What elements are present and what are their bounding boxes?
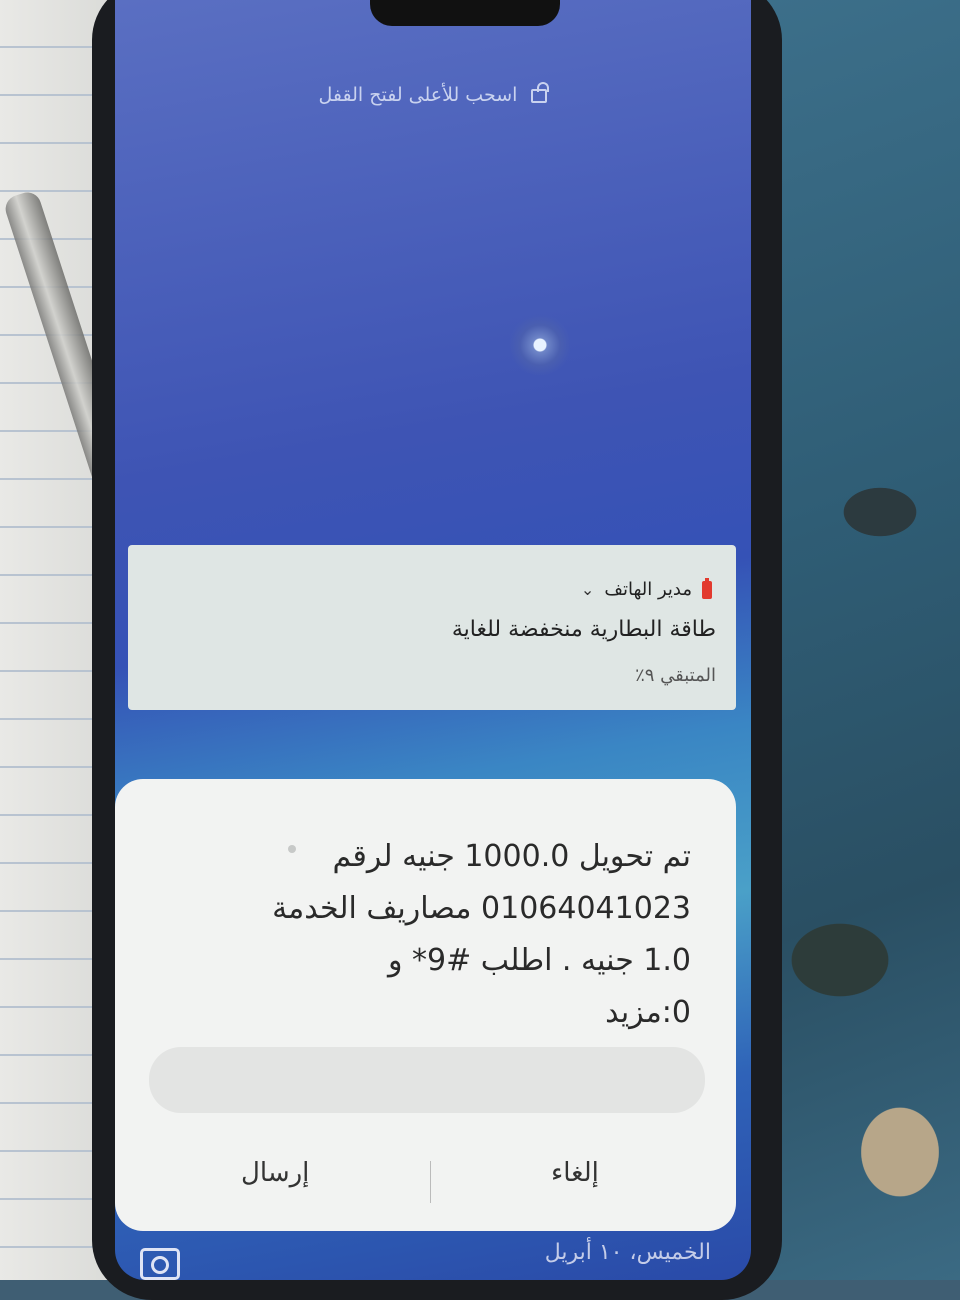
notification-app-name: مدير الهاتف: [604, 579, 692, 600]
chevron-down-icon[interactable]: ⌄: [581, 580, 594, 599]
notification-subtitle: المتبقي ٩٪: [635, 665, 716, 686]
lock-icon: [531, 81, 550, 103]
unlock-hint-text: اسحب للأعلى لفتح القفل: [318, 84, 518, 106]
camera-icon[interactable]: [140, 1248, 180, 1280]
ussd-dialog: تم تحويل 1000.0 جنيه لرقم 01064041023 مصا…: [115, 779, 736, 1231]
battery-low-icon: [702, 577, 712, 599]
unlock-hint: اسحب للأعلى لفتح القفل: [115, 81, 751, 106]
camera-notch: [370, 0, 560, 26]
table-surface: [760, 0, 960, 1280]
ussd-reply-input[interactable]: [149, 1047, 705, 1113]
button-divider: [430, 1161, 431, 1203]
ussd-message-line-1: تم تحويل 1000.0 جنيه لرقم: [332, 839, 691, 874]
notification-header: مدير الهاتف ⌄: [581, 577, 712, 600]
send-button[interactable]: إرسال: [235, 1157, 315, 1189]
ussd-message-line-3: 1.0 جنيه . اطلب #9* و: [388, 943, 691, 978]
phone-screen: اسحب للأعلى لفتح القفل مدير الهاتف ⌄ طاق…: [115, 0, 751, 1280]
notification-title: طاقة البطارية منخفضة للغاية: [451, 617, 716, 642]
ussd-message: تم تحويل 1000.0 جنيه لرقم 01064041023 مصا…: [171, 831, 691, 1039]
ussd-message-line-2: 01064041023 مصاريف الخدمة: [272, 891, 691, 926]
ussd-message-line-4: 0:مزيد: [605, 995, 691, 1030]
lockscreen-date: الخميس، ١٠ أبريل: [544, 1240, 711, 1265]
cancel-button[interactable]: إلغاء: [545, 1157, 605, 1189]
battery-notification[interactable]: مدير الهاتف ⌄ طاقة البطارية منخفضة للغاي…: [128, 545, 736, 710]
